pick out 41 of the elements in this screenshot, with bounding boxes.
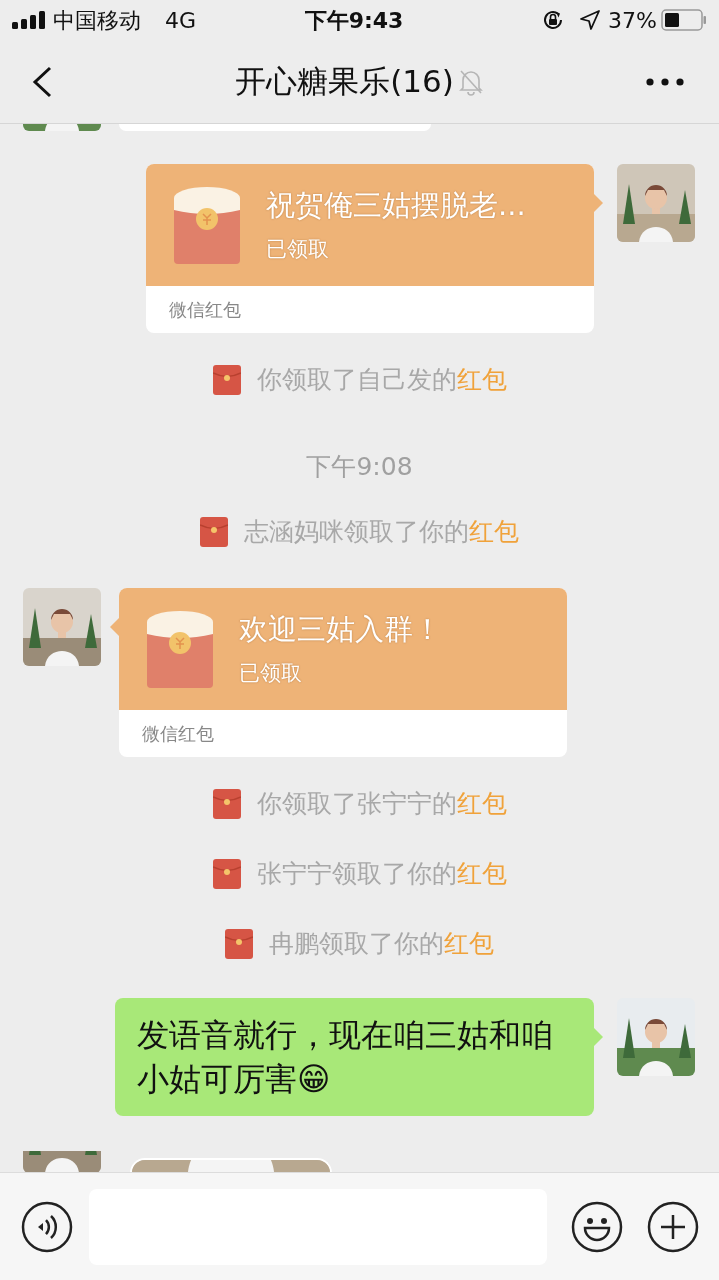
timestamp: 下午9:08 (306, 451, 413, 484)
envelope-icon (212, 365, 241, 395)
system-notice: 张宁宁领取了你的红包 (256, 858, 507, 891)
packet-link[interactable]: 红包 (456, 859, 507, 889)
emoji-icon[interactable] (571, 1200, 623, 1253)
system-notice: 志涵妈咪领取了你的红包 (244, 516, 519, 549)
packet-link[interactable]: 红包 (469, 517, 519, 547)
envelope-icon (200, 517, 228, 547)
packet-link[interactable]: 红包 (444, 929, 494, 959)
packet-card[interactable]: 欢迎三姑入群！ 已领取 微信红包 (119, 588, 567, 757)
voice-icon[interactable] (21, 1200, 73, 1253)
chat-title: 开心糖果乐(16) (235, 62, 454, 102)
clock-time: 下午9:43 (304, 6, 404, 35)
message-bubble: 发语音就行，现在咱三姑和咱小姑可厉害😁 (115, 998, 594, 1116)
packet-greeting: 祝贺俺三姑摆脱老... (266, 187, 526, 224)
network-type: 4G (165, 6, 197, 35)
system-notice: 你领取了自己发的红包 (256, 364, 507, 397)
rotation-lock-icon (542, 9, 565, 31)
envelope-icon (212, 789, 241, 819)
packet-greeting: 欢迎三姑入群！ (239, 611, 442, 648)
envelope-icon (147, 610, 213, 688)
envelope-icon (225, 929, 253, 959)
signal-icon (12, 11, 45, 29)
packet-status: 已领取 (266, 236, 330, 263)
battery-percent: 37% (608, 6, 657, 35)
packet-card[interactable]: 祝贺俺三姑摆脱老... 已领取 微信红包 (146, 164, 594, 333)
system-notice: 你领取了张宁宁的红包 (256, 788, 507, 821)
carrier-name: 中国移动 (53, 6, 141, 35)
plus-icon[interactable] (647, 1200, 699, 1253)
packet-link[interactable]: 红包 (456, 365, 507, 395)
packet-footer: 微信红包 (119, 710, 567, 757)
more-icon[interactable] (646, 78, 684, 86)
system-notice: 冉鹏领取了你的红包 (269, 928, 494, 961)
envelope-icon (174, 186, 240, 264)
battery-icon (661, 9, 707, 31)
packet-footer: 微信红包 (146, 286, 594, 333)
packet-link[interactable]: 红包 (456, 789, 507, 819)
envelope-icon (212, 859, 241, 889)
packet-status: 已领取 (239, 660, 303, 687)
location-arrow-icon (580, 10, 601, 30)
back-icon[interactable] (32, 66, 52, 98)
